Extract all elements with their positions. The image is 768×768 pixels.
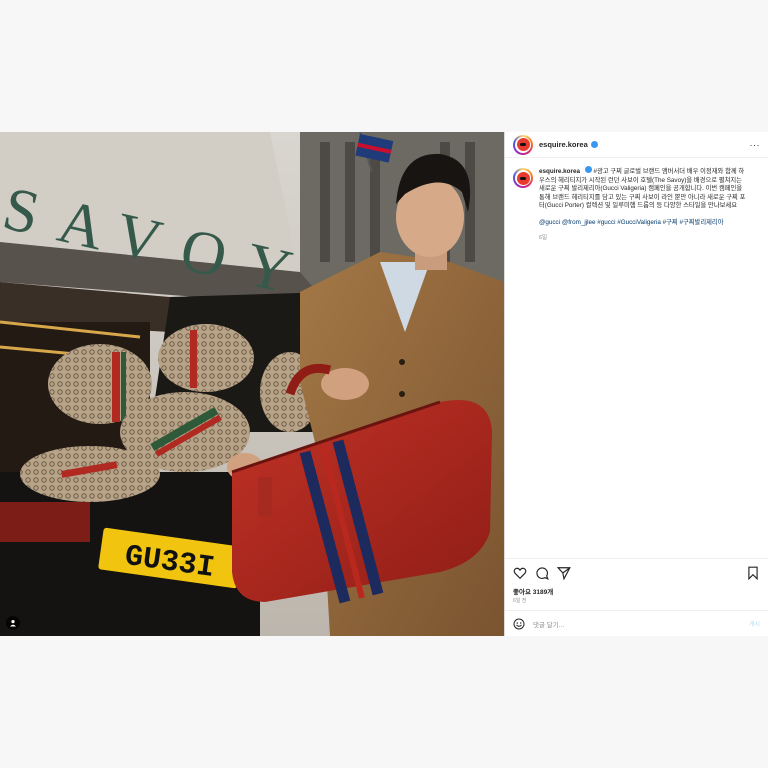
- caption: esquire.korea #광고 구찌 글로벌 브랜드 앰버서더 배우 이정재…: [539, 166, 749, 558]
- heart-icon[interactable]: [513, 566, 527, 580]
- post-header: esquire.korea ···: [505, 132, 768, 158]
- username-link[interactable]: esquire.korea: [539, 140, 588, 149]
- caption-username[interactable]: esquire.korea: [539, 168, 580, 175]
- caption-time: 6일: [539, 234, 548, 241]
- caption-avatar[interactable]: [513, 168, 533, 188]
- campaign-photo: SAVOY GU33I: [0, 132, 504, 636]
- post-sidebar: esquire.korea ··· esquire.korea #광고 구찌 글…: [504, 132, 768, 636]
- bookmark-icon[interactable]: [746, 566, 760, 580]
- more-icon[interactable]: ···: [750, 140, 761, 150]
- share-icon[interactable]: [557, 566, 571, 580]
- comment-input[interactable]: 댓글 달기...: [533, 619, 564, 629]
- post-photo: SAVOY GU33I: [0, 132, 504, 636]
- emoji-icon[interactable]: [513, 618, 525, 630]
- likes-number: 3189개: [532, 589, 554, 596]
- action-bar: [505, 558, 768, 586]
- avatar[interactable]: [513, 134, 533, 155]
- likes-count[interactable]: 좋아요 3189개: [505, 586, 768, 596]
- person-tag-icon[interactable]: [6, 616, 20, 630]
- caption-hashtags[interactable]: @gucci @from_jjlee #gucci #GucciValigeri…: [539, 219, 749, 228]
- post-date: 6일 전: [513, 598, 527, 604]
- post-comment-button[interactable]: 게시: [749, 619, 760, 628]
- verified-badge-icon: [584, 166, 592, 173]
- caption-section: esquire.korea #광고 구찌 글로벌 브랜드 앰버서더 배우 이정재…: [505, 158, 768, 558]
- likes-label: 좋아요: [513, 589, 531, 596]
- comment-bar: 댓글 달기... 게시: [505, 610, 768, 636]
- instagram-post: SAVOY GU33I esquire.korea ··· esquire.ko…: [0, 132, 768, 636]
- comment-icon[interactable]: [535, 566, 549, 580]
- verified-badge-icon: [590, 141, 598, 148]
